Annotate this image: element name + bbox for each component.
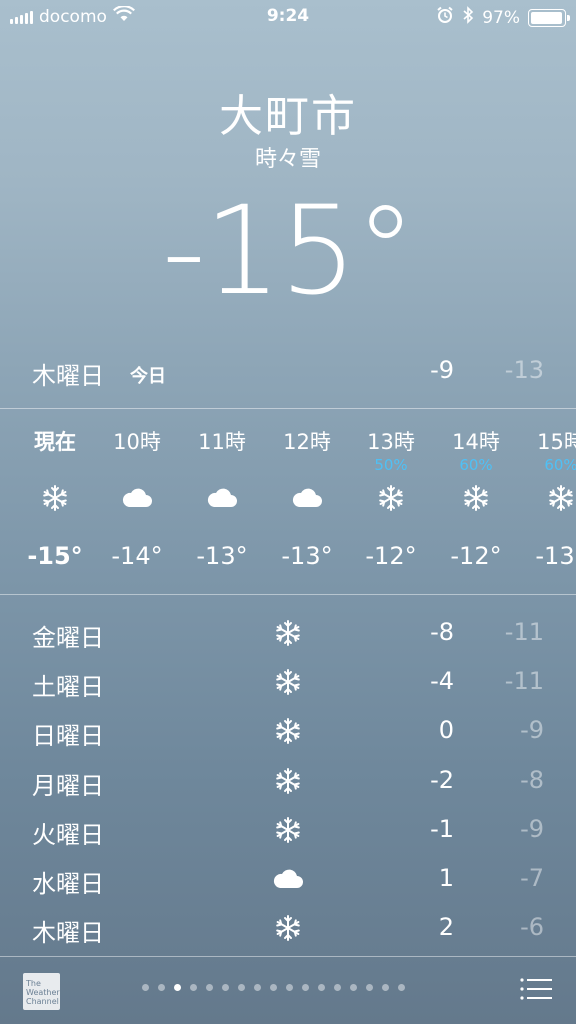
battery-icon bbox=[528, 8, 570, 27]
hour-label: 12時 bbox=[283, 430, 331, 454]
today-tag: 今日 bbox=[130, 366, 166, 387]
hour-label: 14時 bbox=[452, 430, 500, 454]
weather-channel-logo[interactable]: The Weather Channel bbox=[23, 973, 60, 1010]
hour-temperature: -13° bbox=[281, 542, 333, 570]
cloud-icon bbox=[268, 864, 308, 894]
snowflake-icon bbox=[268, 913, 308, 943]
hour-temperature: -13° bbox=[535, 542, 576, 570]
snowflake-icon bbox=[268, 667, 308, 697]
day-name: 月曜日 bbox=[32, 771, 104, 800]
day-name: 金曜日 bbox=[32, 624, 104, 652]
hour-temperature: -12° bbox=[365, 542, 417, 570]
daily-row: 金曜日 -8 -11 bbox=[0, 612, 576, 661]
snowflake-icon bbox=[268, 815, 308, 845]
precip-chance: 60% bbox=[544, 456, 576, 474]
bottom-bar: The Weather Channel bbox=[0, 957, 576, 1024]
bluetooth-icon bbox=[462, 6, 474, 29]
page-dot[interactable] bbox=[222, 984, 229, 991]
page-dot[interactable] bbox=[366, 984, 373, 991]
page-dot[interactable] bbox=[206, 984, 213, 991]
page-dot[interactable] bbox=[142, 984, 149, 991]
battery-percent: 97% bbox=[482, 7, 520, 28]
status-bar: docomo 9:24 97% bbox=[0, 0, 576, 34]
snowflake-icon bbox=[268, 618, 308, 648]
weather-condition: 時々雪 bbox=[254, 147, 321, 172]
day-low: -11 bbox=[504, 618, 544, 646]
page-dot[interactable] bbox=[238, 984, 245, 991]
hour-temperature: -13° bbox=[196, 542, 248, 570]
page-dot[interactable] bbox=[334, 984, 341, 991]
day-name: 日曜日 bbox=[32, 722, 104, 751]
page-dot[interactable] bbox=[270, 984, 277, 991]
alarm-icon bbox=[436, 6, 454, 29]
day-name: 火曜日 bbox=[32, 820, 104, 849]
day-low: -9 bbox=[520, 814, 544, 843]
page-dot[interactable] bbox=[318, 984, 325, 991]
day-name: 水曜日 bbox=[32, 869, 104, 898]
cloud-icon bbox=[264, 482, 350, 514]
precip-chance: 50% bbox=[374, 456, 408, 474]
snowflake-icon bbox=[268, 766, 308, 796]
daily-forecast[interactable]: 金曜日 -8 -11 土曜日 -4 -11 日曜日 0 -9 月曜日 -2 -8 火曜日 -1 -9 水曜日 1… bbox=[0, 612, 576, 956]
day-low: -9 bbox=[520, 716, 544, 745]
hour-label: 13時 bbox=[367, 430, 415, 454]
page-dot[interactable] bbox=[350, 984, 357, 991]
page-dot[interactable] bbox=[254, 984, 261, 991]
current-temperature: -15° bbox=[161, 180, 416, 322]
divider-bottom bbox=[0, 594, 576, 595]
daily-row: 土曜日 -4 -11 bbox=[0, 661, 576, 710]
cloud-icon bbox=[94, 482, 180, 514]
day-high: 1 bbox=[438, 863, 454, 892]
daily-row: 日曜日 0 -9 bbox=[0, 710, 576, 759]
snowflake-icon bbox=[268, 716, 308, 746]
hour-label: 11時 bbox=[198, 430, 246, 454]
hour-temperature: -14° bbox=[111, 542, 163, 570]
snowflake-icon bbox=[433, 482, 519, 514]
day-high: 0 bbox=[438, 716, 454, 745]
daily-row: 火曜日 -1 -9 bbox=[0, 809, 576, 858]
battery-fill bbox=[531, 11, 563, 24]
day-high: 2 bbox=[438, 913, 454, 942]
day-high: -1 bbox=[430, 814, 454, 843]
day-low: -11 bbox=[504, 667, 544, 696]
day-low: -8 bbox=[520, 765, 544, 794]
precip-chance: 60% bbox=[459, 456, 493, 474]
hourly-forecast[interactable]: 現在 -15° 10時 -14° 11時 -13° 12時 -13° 13時 50% -12° 14時… bbox=[0, 410, 576, 594]
hour-label: 現在 bbox=[34, 430, 76, 454]
snowflake-icon bbox=[12, 482, 98, 514]
hour-temperature: -15° bbox=[27, 542, 83, 570]
hour-label: 10時 bbox=[113, 430, 161, 454]
day-high: -4 bbox=[430, 667, 454, 696]
page-dot[interactable] bbox=[302, 984, 309, 991]
day-low: -7 bbox=[520, 863, 544, 892]
page-dot[interactable] bbox=[398, 984, 405, 991]
city-name: 大町市 bbox=[219, 91, 357, 142]
day-low: -6 bbox=[520, 913, 544, 942]
snowflake-icon bbox=[348, 482, 434, 514]
page-dot[interactable] bbox=[382, 984, 389, 991]
daily-row: 水曜日 1 -7 bbox=[0, 858, 576, 907]
day-high: -8 bbox=[430, 618, 454, 646]
page-dot[interactable] bbox=[286, 984, 293, 991]
today-low: -13 bbox=[504, 356, 544, 384]
divider-top bbox=[0, 408, 576, 409]
snowflake-icon bbox=[518, 482, 576, 514]
page-indicator[interactable] bbox=[142, 984, 405, 991]
day-name: 土曜日 bbox=[32, 673, 104, 702]
hour-temperature: -12° bbox=[450, 542, 502, 570]
today-high: -9 bbox=[430, 356, 454, 384]
day-name: 木曜日 bbox=[32, 919, 104, 948]
hour-label: 15時 bbox=[537, 430, 576, 454]
daily-row: 木曜日 2 -6 bbox=[0, 907, 576, 956]
cloud-icon bbox=[179, 482, 265, 514]
day-high: -2 bbox=[430, 765, 454, 794]
daily-row: 月曜日 -2 -8 bbox=[0, 760, 576, 809]
page-dot[interactable] bbox=[158, 984, 165, 991]
today-summary: 木曜日 今日 -9 -13 bbox=[0, 352, 576, 392]
page-dot[interactable] bbox=[174, 984, 181, 991]
list-icon[interactable] bbox=[520, 977, 552, 1001]
today-day: 木曜日 bbox=[32, 362, 104, 390]
status-right: 97% bbox=[436, 6, 570, 29]
page-dot[interactable] bbox=[190, 984, 197, 991]
